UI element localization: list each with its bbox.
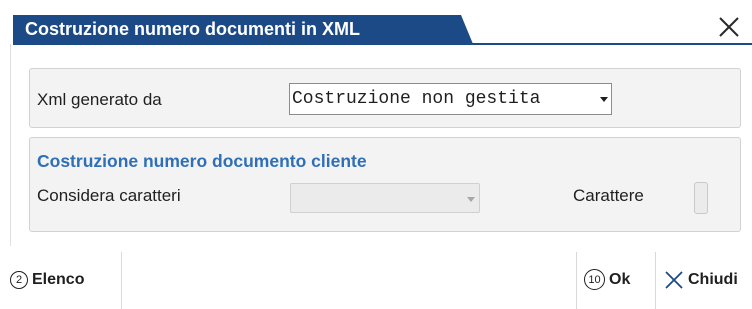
- chevron-down-icon: [600, 97, 608, 102]
- dialog-title: Costruzione numero documenti in XML: [25, 19, 361, 39]
- xml-source-group: Xml generato da Costruzione non gestita: [29, 68, 741, 128]
- title-underline: [13, 43, 752, 45]
- dialog-titlebar: Costruzione numero documenti in XML: [0, 0, 752, 46]
- elenco-label: Elenco: [32, 270, 85, 288]
- section-title: Costruzione numero documento cliente: [37, 151, 367, 171]
- footer-separator: [576, 252, 577, 309]
- xml-generato-value: Costruzione non gestita: [292, 89, 541, 109]
- footer-separator: [121, 252, 122, 309]
- elenco-button[interactable]: 2 Elenco: [10, 250, 84, 309]
- title-tab: Costruzione numero documenti in XML: [13, 15, 473, 44]
- xml-generato-label: Xml generato da: [37, 90, 162, 109]
- function-key-badge: 2: [10, 270, 28, 289]
- considera-caratteri-select[interactable]: [290, 183, 480, 213]
- xml-generato-select[interactable]: Costruzione non gestita: [289, 83, 612, 115]
- footer-separator: [655, 252, 656, 309]
- close-button[interactable]: [716, 14, 742, 40]
- function-key-badge: 10: [584, 269, 605, 290]
- dialog-footer: 2 Elenco 10 Ok Chiudi: [0, 250, 752, 309]
- numero-documento-cliente-group: Costruzione numero documento cliente Con…: [29, 137, 741, 232]
- chevron-down-icon: [467, 197, 475, 202]
- chiudi-label: Chiudi: [688, 270, 738, 288]
- carattere-label: Carattere: [573, 186, 644, 205]
- chiudi-button[interactable]: Chiudi: [664, 250, 738, 309]
- ok-label: Ok: [609, 270, 631, 288]
- ok-button[interactable]: 10 Ok: [584, 250, 630, 309]
- considera-caratteri-label: Considera caratteri: [37, 186, 181, 205]
- carattere-input[interactable]: [694, 182, 708, 214]
- close-icon: [665, 270, 683, 289]
- close-icon: [719, 17, 739, 37]
- dialog-left-border: [10, 44, 11, 246]
